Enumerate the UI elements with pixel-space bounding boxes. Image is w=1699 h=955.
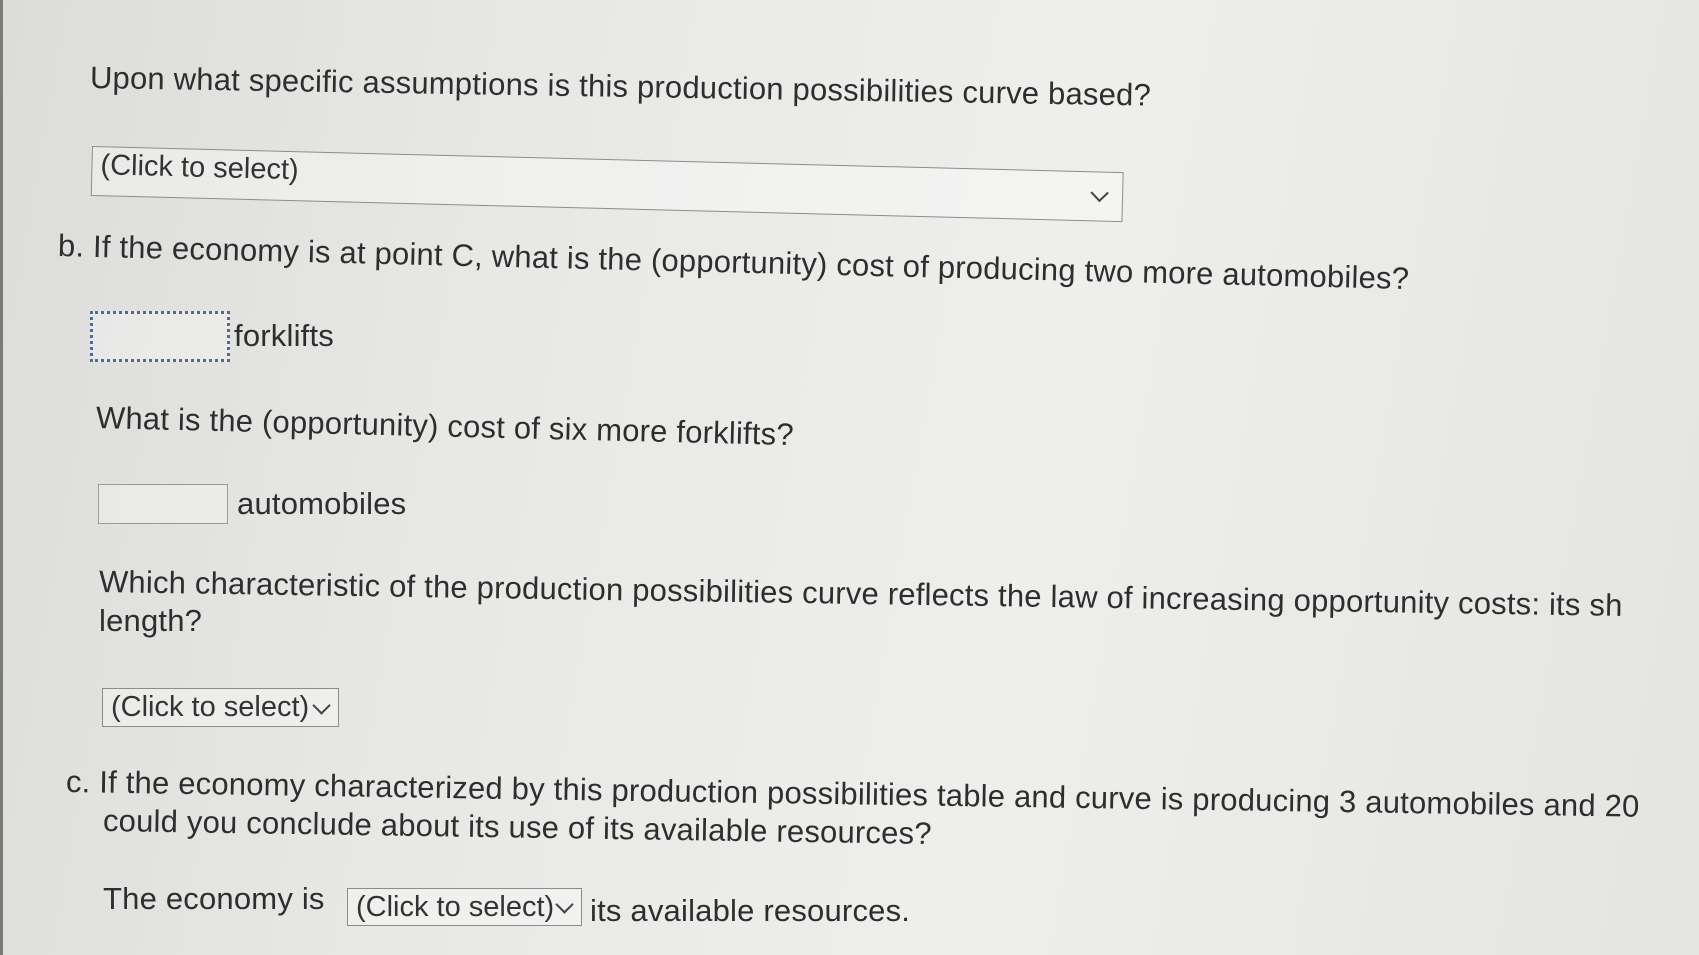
- resources-use-dropdown[interactable]: (Click to select): [347, 888, 582, 926]
- assumptions-dropdown[interactable]: (Click to select): [90, 146, 1124, 223]
- automobiles-cost-input[interactable]: [98, 484, 228, 524]
- question-a-prompt: Upon what specific assumptions is this p…: [89, 60, 1152, 113]
- characteristic-dropdown-label: (Click to select): [111, 691, 310, 723]
- forklifts-cost-input[interactable]: [90, 311, 230, 362]
- resources-sentence-end: its available resources.: [590, 893, 911, 928]
- question-b-prompt3-line1: Which characteristic of the production p…: [98, 564, 1623, 623]
- resources-sentence-start: The economy is: [103, 881, 325, 916]
- window-left-edge: [0, 0, 3, 955]
- assumptions-dropdown-label: (Click to select): [100, 149, 300, 187]
- characteristic-dropdown[interactable]: (Click to select): [102, 688, 339, 727]
- chevron-down-icon: [312, 696, 331, 715]
- question-b-prompt2: What is the (opportunity) cost of six mo…: [95, 400, 795, 453]
- forklifts-unit-label: forklifts: [234, 318, 334, 353]
- automobiles-unit-label: automobiles: [237, 486, 407, 521]
- question-b-prompt3-line2: length?: [99, 603, 203, 638]
- chevron-down-icon: [555, 895, 574, 914]
- resources-use-dropdown-label: (Click to select): [356, 891, 555, 923]
- chevron-down-icon: [1090, 183, 1109, 203]
- question-b-prompt: b. If the economy is at point C, what is…: [57, 228, 1410, 297]
